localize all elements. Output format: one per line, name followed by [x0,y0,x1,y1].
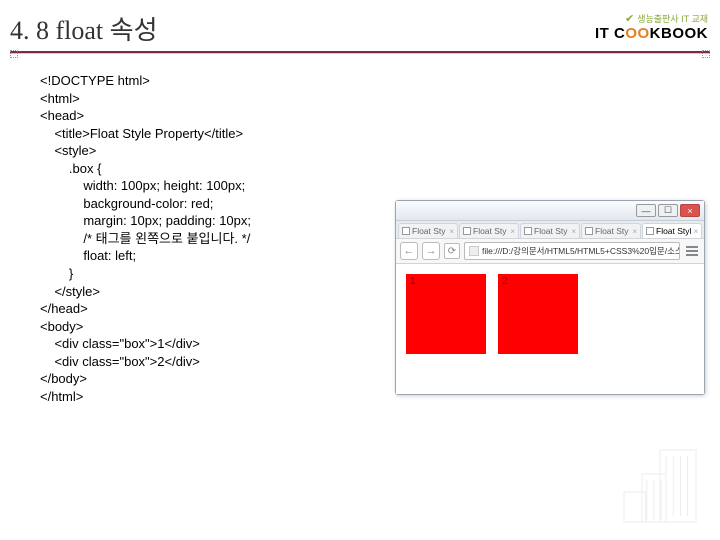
browser-tab-active[interactable]: Float Styl× [642,223,702,238]
logo-prefix: IT C [595,25,625,42]
document-icon [463,227,471,235]
browser-tab[interactable]: Float Sty× [398,223,458,238]
window-titlebar: — ☐ × [396,201,704,221]
document-icon [524,227,532,235]
logo-oo: OO [625,25,649,42]
document-icon [646,227,654,235]
red-box: 2 [498,274,578,354]
document-icon [585,227,593,235]
browser-viewport: 1 2 [396,264,704,394]
close-icon[interactable]: × [571,227,576,236]
reload-button[interactable]: ⟳ [444,243,460,259]
forward-button[interactable]: → [422,242,440,260]
file-icon [469,246,479,256]
tab-label: Float Sty [473,226,507,236]
browser-tab[interactable]: Float Sty× [581,223,641,238]
window-close-button[interactable]: × [680,204,700,217]
url-text: file:///D:/강의문서/HTML5/HTML5+CSS3%20입문/소스… [482,245,680,257]
close-icon[interactable]: × [510,227,515,236]
tab-label: Float Styl [656,226,691,236]
close-icon[interactable]: × [693,227,698,236]
tab-label: Float Sty [595,226,629,236]
browser-tab[interactable]: Float Sty× [520,223,580,238]
close-icon[interactable]: × [632,227,637,236]
logo-tagline-text: 생능출판사 IT 교재 [637,12,708,25]
window-minimize-button[interactable]: — [636,204,656,217]
menu-icon[interactable] [684,243,700,259]
window-maximize-button[interactable]: ☐ [658,204,678,217]
browser-toolbar: ← → ⟳ file:///D:/강의문서/HTML5/HTML5+CSS3%2… [396,239,704,264]
back-button[interactable]: ← [400,242,418,260]
close-icon[interactable]: × [449,227,454,236]
building-watermark [594,414,714,534]
logo-main: IT COOKBOOK [595,25,708,42]
decorative-corners [10,50,710,58]
check-icon: ✔ [625,12,634,25]
browser-tab[interactable]: Float Sty× [459,223,519,238]
logo-suffix: KBOOK [650,25,708,42]
tab-label: Float Sty [412,226,446,236]
tab-label: Float Sty [534,226,568,236]
document-icon [402,227,410,235]
red-box: 1 [406,274,486,354]
publisher-logo: ✔생능출판사 IT 교재 IT COOKBOOK [595,12,708,42]
address-bar[interactable]: file:///D:/강의문서/HTML5/HTML5+CSS3%20입문/소스… [464,242,680,260]
browser-tabbar: Float Sty× Float Sty× Float Sty× Float S… [396,221,704,239]
browser-window: — ☐ × Float Sty× Float Sty× Float Sty× F… [395,200,705,395]
logo-tagline: ✔생능출판사 IT 교재 [595,12,708,25]
